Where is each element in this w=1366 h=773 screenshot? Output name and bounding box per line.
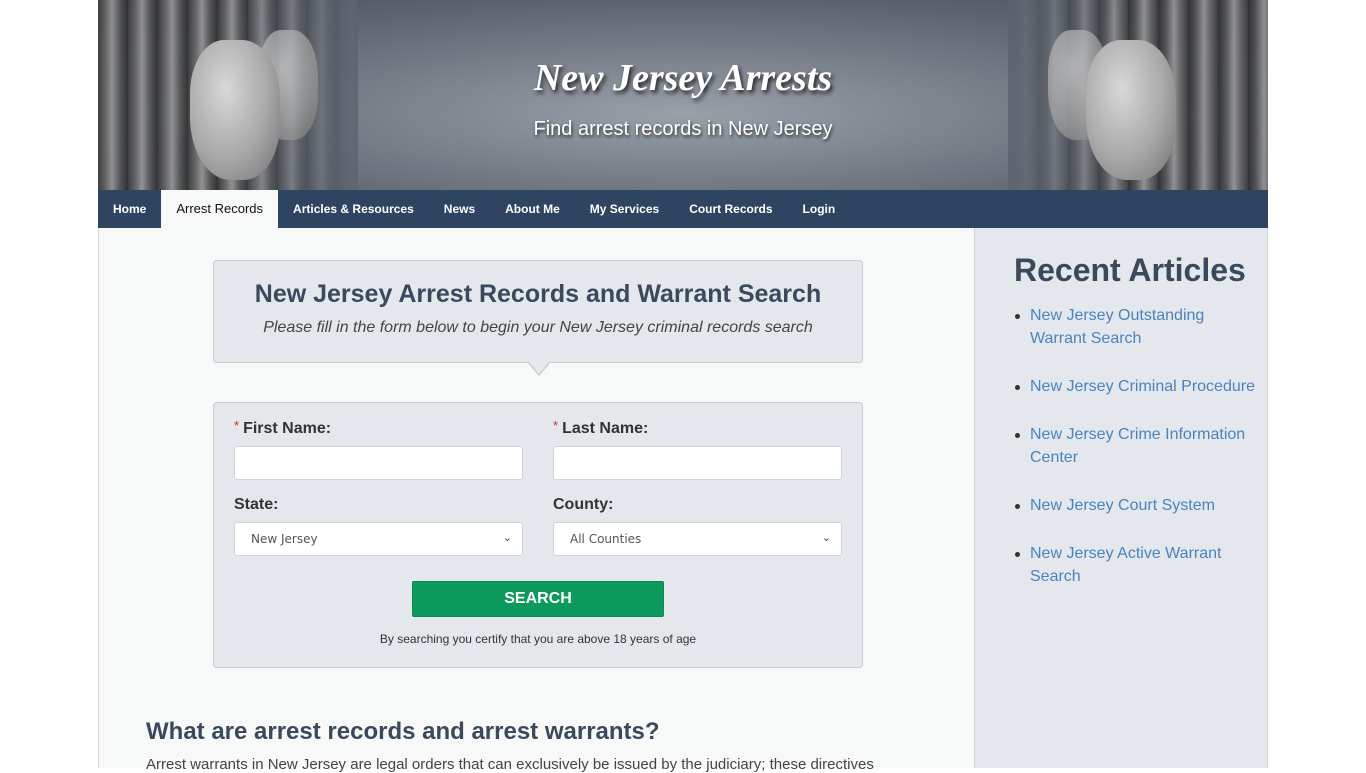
recent-articles-list: New Jersey Outstanding Warrant Search Ne… — [1015, 304, 1255, 613]
recent-article-link[interactable]: New Jersey Crime Information Center — [1030, 426, 1245, 466]
recent-article-link[interactable]: New Jersey Outstanding Warrant Search — [1030, 307, 1204, 347]
nav-arrest-records[interactable]: Arrest Records — [161, 190, 279, 228]
recent-articles-title: Recent Articles — [1014, 252, 1246, 288]
nav-home[interactable]: Home — [98, 190, 161, 228]
recent-article-link[interactable]: New Jersey Criminal Procedure — [1030, 378, 1255, 395]
nav-login[interactable]: Login — [788, 190, 851, 228]
list-item: New Jersey Outstanding Warrant Search — [1015, 304, 1255, 350]
recent-article-link[interactable]: New Jersey Court System — [1030, 497, 1215, 514]
nav-about-me[interactable]: About Me — [490, 190, 575, 228]
nav-my-services[interactable]: My Services — [575, 190, 674, 228]
list-item: New Jersey Crime Information Center — [1015, 423, 1255, 469]
last-name-label: * Last Name: — [553, 418, 649, 437]
site-tagline: Find arrest records in New Jersey — [533, 118, 833, 140]
county-group: County: All Counties ⌄ — [553, 496, 842, 556]
required-marker: * — [553, 418, 559, 433]
list-item: New Jersey Criminal Procedure — [1015, 375, 1255, 398]
search-title: New Jersey Arrest Records and Warrant Se… — [254, 280, 822, 308]
last-name-group: * Last Name: — [553, 418, 842, 480]
search-form: * First Name: * Last Name: State: New Jers… — [213, 402, 863, 668]
age-disclaimer: By searching you certify that you are ab… — [379, 632, 697, 646]
list-item: New Jersey Court System — [1015, 494, 1255, 517]
nav-news[interactable]: News — [429, 190, 490, 228]
search-subtitle: Please fill in the form below to begin y… — [263, 319, 813, 336]
state-group: State: New Jersey ⌄ — [234, 496, 523, 556]
article-paragraph: Arrest warrants in New Jersey are legal … — [146, 756, 874, 773]
state-selected-value: New Jersey — [251, 532, 318, 546]
search-header-box: New Jersey Arrest Records and Warrant Se… — [213, 260, 863, 376]
main-content: New Jersey Arrest Records and Warrant Se… — [98, 228, 974, 773]
list-item: New Jersey Active Warrant Search — [1015, 542, 1255, 588]
state-label: State: — [234, 496, 279, 513]
first-name-label: * First Name: — [234, 418, 332, 437]
first-name-input[interactable] — [234, 446, 523, 480]
site-title[interactable]: New Jersey Arrests — [98, 56, 1268, 100]
header-banner: New Jersey Arrests Find arrest records i… — [98, 0, 1268, 190]
article-heading: What are arrest records and arrest warra… — [146, 718, 660, 745]
main-nav: Home Arrest Records Articles & Resources… — [98, 190, 1268, 228]
recent-article-link[interactable]: New Jersey Active Warrant Search — [1030, 545, 1221, 585]
chevron-down-icon: ⌄ — [502, 532, 512, 544]
state-select[interactable]: New Jersey ⌄ — [234, 522, 523, 556]
nav-articles-resources[interactable]: Articles & Resources — [278, 190, 429, 228]
page: New Jersey Arrests Find arrest records i… — [98, 0, 1268, 773]
first-name-group: * First Name: — [234, 418, 523, 480]
chevron-down-icon: ⌄ — [821, 532, 831, 544]
county-label: County: — [553, 496, 614, 513]
required-marker: * — [234, 418, 240, 433]
sidebar: Recent Articles New Jersey Outstanding W… — [974, 228, 1268, 768]
nav-court-records[interactable]: Court Records — [674, 190, 787, 228]
county-select[interactable]: All Counties ⌄ — [553, 522, 842, 556]
last-name-input[interactable] — [553, 446, 842, 480]
search-button[interactable]: SEARCH — [412, 581, 664, 617]
county-selected-value: All Counties — [570, 532, 642, 546]
